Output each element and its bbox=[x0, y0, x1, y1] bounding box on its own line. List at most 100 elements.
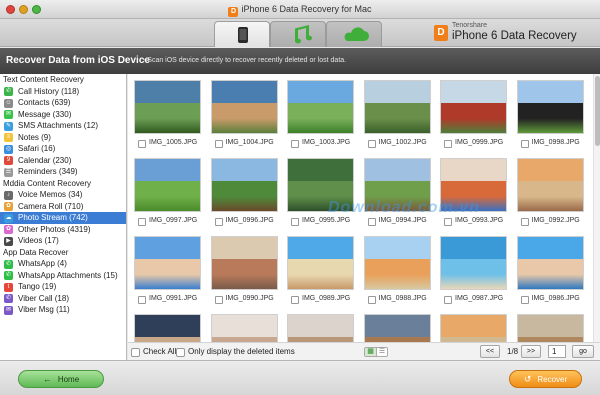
photo-thumbnail[interactable] bbox=[440, 236, 507, 290]
photo-checkbox[interactable] bbox=[138, 140, 146, 148]
photo-thumbnail[interactable] bbox=[363, 236, 431, 290]
prev-page-button[interactable]: << bbox=[480, 345, 500, 358]
list-view-icon[interactable]: ☰ bbox=[377, 348, 387, 356]
photo-thumbnail[interactable] bbox=[363, 314, 431, 342]
sidebar-item[interactable]: ◎ Safari (16) bbox=[0, 143, 126, 155]
photo-checkbox[interactable] bbox=[138, 296, 146, 304]
sidebar-item-label: Viber Call (18) bbox=[18, 293, 69, 303]
home-button[interactable]: ← Home bbox=[18, 370, 104, 388]
watermark: Download.com.vn bbox=[328, 199, 480, 216]
photo-thumbnail[interactable] bbox=[210, 158, 278, 212]
photo-checkbox[interactable] bbox=[520, 140, 529, 148]
photo-thumbnail[interactable] bbox=[440, 80, 507, 134]
photo-cell[interactable]: IMG_0994.JPG bbox=[360, 156, 436, 232]
sidebar-item[interactable]: ✆ WhatsApp Attachments (15) bbox=[0, 270, 126, 282]
next-page-button[interactable]: >> bbox=[521, 345, 541, 358]
photo-checkbox[interactable] bbox=[291, 296, 299, 304]
photo-cell[interactable]: IMG_0995.JPG bbox=[283, 156, 359, 232]
photo-cell[interactable] bbox=[513, 312, 589, 342]
photo-thumbnail[interactable] bbox=[516, 236, 584, 290]
photo-thumbnail[interactable] bbox=[134, 236, 201, 290]
photo-cell[interactable] bbox=[283, 312, 359, 342]
photo-checkbox[interactable] bbox=[520, 218, 529, 226]
photo-thumbnail[interactable] bbox=[210, 314, 278, 342]
sidebar-item[interactable]: ☺ Contacts (639) bbox=[0, 97, 126, 109]
sidebar-item[interactable]: ✆ Viber Call (18) bbox=[0, 293, 126, 305]
photo-thumbnail[interactable] bbox=[363, 80, 431, 134]
vertical-scrollbar[interactable] bbox=[593, 74, 600, 342]
photo-cell[interactable]: IMG_0996.JPG bbox=[207, 156, 283, 232]
photo-cell[interactable] bbox=[360, 312, 436, 342]
sidebar-item[interactable]: ✉ Viber Msg (11) bbox=[0, 304, 126, 316]
sidebar-item[interactable]: ≡ Notes (9) bbox=[0, 132, 126, 144]
photo-checkbox[interactable] bbox=[444, 296, 452, 304]
sidebar-item[interactable]: ✿ Other Photos (4319) bbox=[0, 224, 126, 236]
photo-cell[interactable] bbox=[207, 312, 283, 342]
photo-cell[interactable]: IMG_0993.JPG bbox=[436, 156, 512, 232]
photo-checkbox[interactable] bbox=[520, 296, 529, 304]
sidebar-item[interactable]: ♪ Voice Memos (34) bbox=[0, 189, 126, 201]
photo-cell[interactable]: IMG_0987.JPG bbox=[436, 234, 512, 310]
grid-view-icon[interactable]: ▦ bbox=[365, 348, 377, 356]
photo-cell[interactable]: IMG_0997.JPG bbox=[130, 156, 206, 232]
photo-checkbox[interactable] bbox=[367, 218, 376, 226]
sidebar-item[interactable]: ✿ Camera Roll (710) bbox=[0, 201, 126, 213]
sidebar-item[interactable]: ✆ Call History (118) bbox=[0, 86, 126, 98]
photo-checkbox[interactable] bbox=[291, 218, 299, 226]
check-all-checkbox[interactable] bbox=[131, 348, 140, 357]
sidebar-item[interactable]: ✉ Message (330) bbox=[0, 109, 126, 121]
photo-thumbnail[interactable] bbox=[287, 80, 354, 134]
photo-checkbox[interactable] bbox=[214, 296, 223, 304]
view-toggle[interactable]: ▦ ☰ bbox=[364, 347, 388, 357]
photo-thumbnail[interactable] bbox=[287, 314, 354, 342]
photo-thumbnail[interactable] bbox=[134, 314, 201, 342]
photo-thumbnail[interactable] bbox=[516, 80, 584, 134]
photo-thumbnail[interactable] bbox=[287, 236, 354, 290]
photo-cell[interactable]: IMG_0986.JPG bbox=[513, 234, 589, 310]
photo-thumbnail[interactable] bbox=[516, 158, 584, 212]
photo-thumbnail[interactable] bbox=[134, 158, 201, 212]
photo-cell[interactable]: IMG_1005.JPG bbox=[130, 78, 206, 154]
sidebar-item[interactable]: ☰ Reminders (349) bbox=[0, 166, 126, 178]
photo-cell[interactable]: IMG_1003.JPG bbox=[283, 78, 359, 154]
photo-checkbox[interactable] bbox=[291, 140, 299, 148]
sidebar-item[interactable]: ✎ SMS Attachments (12) bbox=[0, 120, 126, 132]
sidebar-item[interactable]: ✆ WhatsApp (4) bbox=[0, 258, 126, 270]
photo-checkbox[interactable] bbox=[367, 296, 376, 304]
photo-cell[interactable]: IMG_1002.JPG bbox=[360, 78, 436, 154]
sidebar-item[interactable]: t Tango (19) bbox=[0, 281, 126, 293]
only-deleted-checkbox[interactable] bbox=[176, 348, 185, 357]
photo-checkbox[interactable] bbox=[214, 218, 223, 226]
photo-checkbox[interactable] bbox=[214, 140, 223, 148]
tab-music[interactable] bbox=[270, 21, 326, 47]
photo-cell[interactable]: IMG_0999.JPG bbox=[436, 78, 512, 154]
photo-checkbox[interactable] bbox=[444, 218, 452, 226]
photo-cell[interactable]: IMG_1004.JPG bbox=[207, 78, 283, 154]
page-number-input[interactable]: 1 bbox=[548, 345, 566, 358]
photo-cell[interactable]: IMG_0991.JPG bbox=[130, 234, 206, 310]
sidebar-item[interactable]: ☁ Photo Stream (742) bbox=[0, 212, 126, 224]
photo-thumbnail[interactable] bbox=[440, 314, 507, 342]
photo-cell[interactable]: IMG_0990.JPG bbox=[207, 234, 283, 310]
photo-cell[interactable]: IMG_0992.JPG bbox=[513, 156, 589, 232]
photo-checkbox[interactable] bbox=[444, 140, 452, 148]
go-button[interactable]: go bbox=[572, 345, 594, 358]
photo-checkbox[interactable] bbox=[367, 140, 376, 148]
photo-cell[interactable] bbox=[436, 312, 512, 342]
scrollbar-thumb[interactable] bbox=[595, 76, 600, 146]
photo-cell[interactable]: IMG_0988.JPG bbox=[360, 234, 436, 310]
photo-thumbnail[interactable] bbox=[210, 236, 278, 290]
photo-filename: IMG_0989.JPG bbox=[302, 295, 351, 302]
photo-cell[interactable]: IMG_0989.JPG bbox=[283, 234, 359, 310]
photo-checkbox[interactable] bbox=[138, 218, 146, 226]
photo-cell[interactable] bbox=[130, 312, 206, 342]
tab-cloud[interactable] bbox=[326, 21, 382, 47]
recover-button[interactable]: ↺ Recover bbox=[509, 370, 582, 388]
sidebar-item[interactable]: 9 Calendar (230) bbox=[0, 155, 126, 167]
photo-thumbnail[interactable] bbox=[134, 80, 201, 134]
photo-thumbnail[interactable] bbox=[516, 314, 584, 342]
photo-thumbnail[interactable] bbox=[210, 80, 278, 134]
sidebar-item[interactable]: ▶ Videos (17) bbox=[0, 235, 126, 247]
tab-device[interactable] bbox=[214, 21, 270, 47]
photo-cell[interactable]: IMG_0998.JPG bbox=[513, 78, 589, 154]
